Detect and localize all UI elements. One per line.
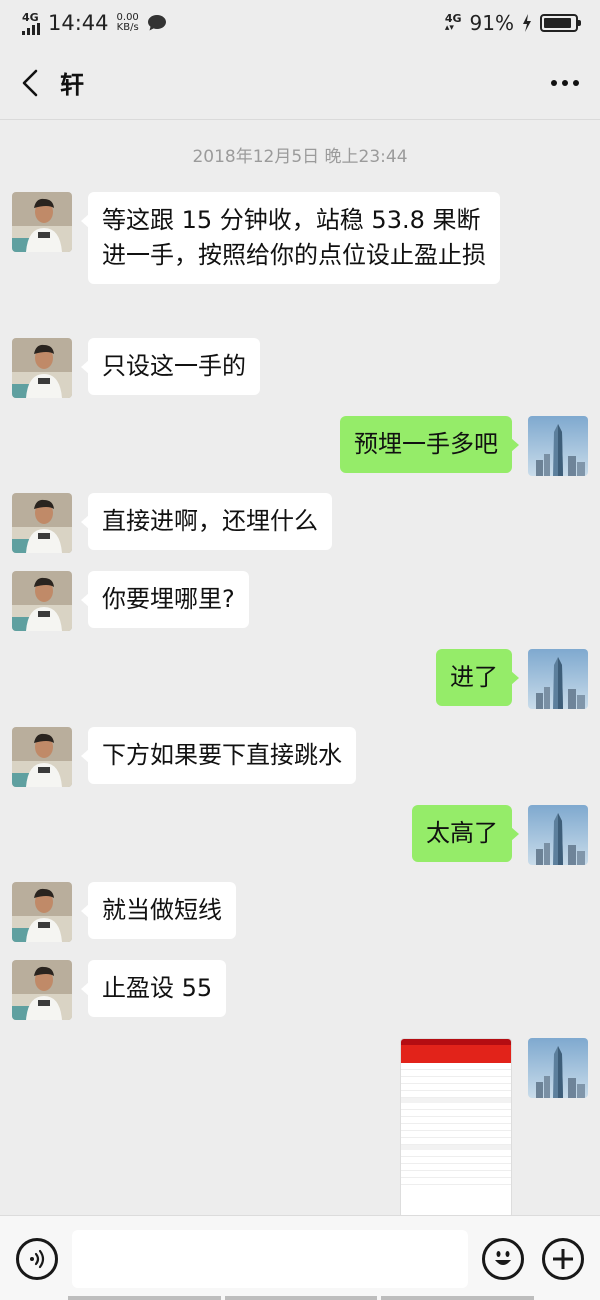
- network-indicator: 4G: [22, 12, 40, 35]
- my-avatar[interactable]: [528, 416, 588, 476]
- contact-avatar[interactable]: [12, 571, 72, 631]
- message-bubble[interactable]: 等这跟 15 分钟收，站稳 53.8 果断进一手，按照给你的点位设止盈止损: [81, 192, 500, 284]
- more-options-button[interactable]: [530, 46, 600, 120]
- voice-input-button[interactable]: [16, 1238, 58, 1280]
- contact-avatar[interactable]: [12, 727, 72, 787]
- plus-icon: [553, 1249, 573, 1269]
- emoji-icon: [495, 1251, 511, 1265]
- message-timestamp: 2018年12月5日 晚上23:44: [192, 147, 408, 167]
- emoji-button[interactable]: [482, 1238, 524, 1280]
- input-bar: [0, 1215, 600, 1300]
- message-bubble[interactable]: 你要埋哪里?: [81, 571, 249, 628]
- message-bubble[interactable]: 直接进啊，还埋什么: [81, 493, 332, 550]
- battery-icon: [540, 14, 581, 32]
- message-bubble[interactable]: 止盈设 55: [80, 960, 227, 1017]
- contact-avatar[interactable]: [12, 338, 72, 398]
- network-speed: 0.00 KB/s: [117, 13, 139, 33]
- my-avatar[interactable]: [528, 649, 588, 709]
- message-list[interactable]: 2018年12月5日 晚上23:44 等这跟 15 分钟收，站稳 53.8 果断…: [0, 120, 600, 1215]
- chat-header: 轩: [0, 46, 600, 120]
- more-icon: [551, 79, 579, 86]
- navigation-hint-bar: [68, 1296, 535, 1300]
- message-bubble[interactable]: 就当做短线: [81, 882, 236, 939]
- message-bubble[interactable]: 只设这一手的: [81, 338, 260, 395]
- voice-icon: [30, 1249, 45, 1269]
- my-avatar[interactable]: [528, 805, 588, 865]
- message-bubble[interactable]: 预埋一手多吧: [340, 416, 519, 473]
- contact-avatar[interactable]: [12, 882, 72, 942]
- my-avatar[interactable]: [528, 1038, 588, 1098]
- charging-icon: [523, 14, 531, 32]
- network-indicator-right: 4G ▴▾: [445, 13, 462, 33]
- message-bubble[interactable]: 下方如果要下直接跳水: [81, 727, 356, 784]
- back-button[interactable]: [0, 46, 60, 120]
- message-bubble[interactable]: 进了: [436, 649, 519, 706]
- battery-level: [544, 18, 572, 28]
- message-bubble[interactable]: 太高了: [412, 805, 519, 862]
- chat-title: 轩: [60, 71, 84, 99]
- more-functions-button[interactable]: [542, 1238, 584, 1280]
- signal-icon: [22, 22, 40, 35]
- back-arrow-icon: [22, 69, 38, 96]
- status-bar: 4G 14:44 0.00 KB/s 4G ▴▾ 91%: [0, 0, 600, 46]
- contact-avatar[interactable]: [12, 960, 72, 1020]
- contact-avatar[interactable]: [12, 192, 72, 252]
- image-message-thumbnail[interactable]: [400, 1038, 512, 1215]
- speed-unit: KB/s: [116, 22, 139, 33]
- contact-avatar[interactable]: [12, 493, 72, 553]
- battery-percent: 91%: [469, 11, 514, 35]
- network-label: 4G: [22, 10, 39, 24]
- data-arrows-icon: ▴▾: [444, 23, 454, 33]
- message-notification-icon: [147, 15, 166, 31]
- clock: 14:44: [48, 11, 109, 35]
- message-input[interactable]: [72, 1230, 468, 1288]
